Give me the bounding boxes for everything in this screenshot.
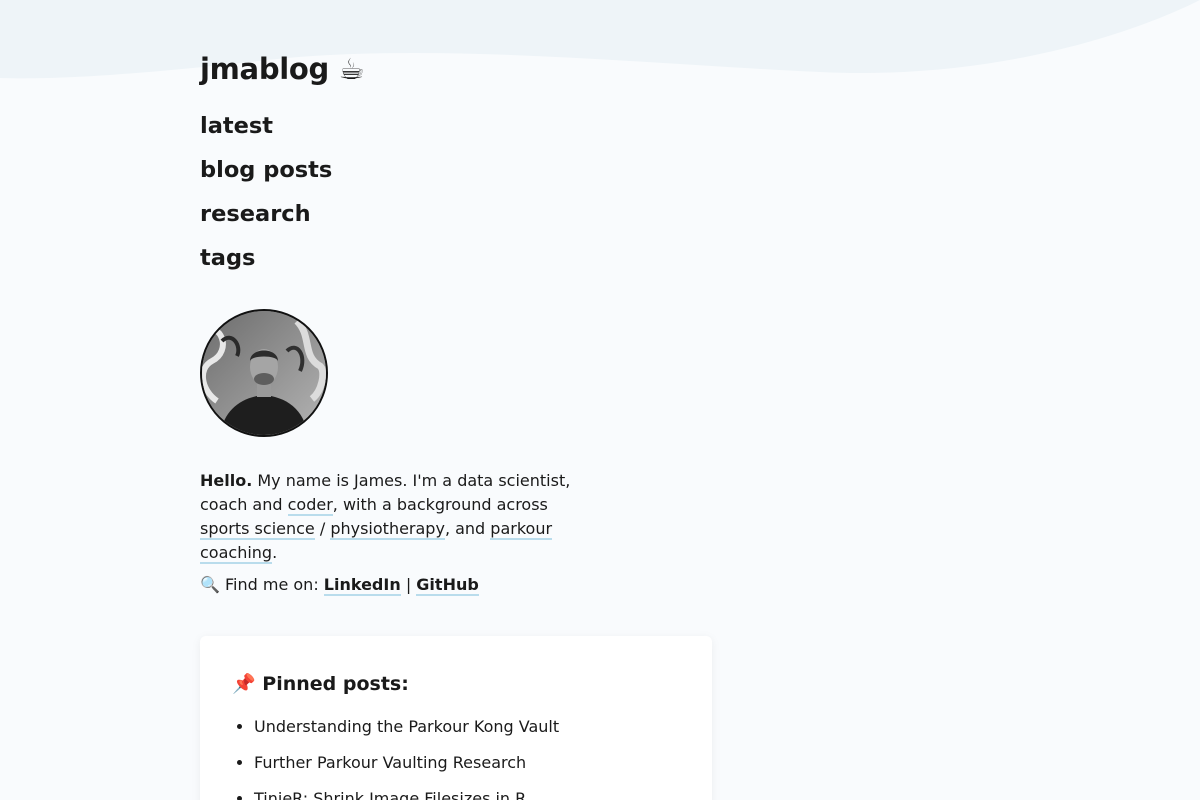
find-label: 🔍 Find me on:: [200, 575, 324, 594]
pinned-posts-card: 📌 Pinned posts: Understanding the Parkou…: [200, 636, 712, 800]
nav-tags[interactable]: tags: [200, 242, 332, 286]
find-separator: |: [400, 575, 417, 594]
intro-text: Hello. My name is James. I'm a data scie…: [200, 469, 600, 565]
intro-text-4: , and: [444, 519, 491, 538]
intro-text-3: /: [314, 519, 331, 538]
find-me-on: 🔍 Find me on: LinkedIn | GitHub: [200, 573, 479, 597]
main-nav: latest blog posts research tags: [200, 110, 332, 286]
intro-text-5: .: [272, 543, 278, 562]
link-github[interactable]: GitHub: [416, 575, 479, 596]
pinned-post-item[interactable]: Further Parkour Vaulting Research: [254, 751, 559, 787]
profile-photo: [202, 311, 326, 435]
link-physiotherapy[interactable]: physiotherapy: [330, 519, 445, 540]
header-wave: [0, 0, 1200, 79]
avatar: [200, 309, 328, 437]
pinned-posts-heading: 📌 Pinned posts:: [232, 673, 409, 695]
site-title[interactable]: jmablog ☕: [200, 52, 365, 86]
intro-text-2: , with a background across: [332, 495, 548, 514]
nav-blog-posts[interactable]: blog posts: [200, 154, 332, 198]
link-coder[interactable]: coder: [287, 495, 333, 516]
intro-hello: Hello.: [200, 471, 253, 490]
pinned-post-item[interactable]: TinieR: Shrink Image Filesizes in R: [254, 787, 559, 800]
pinned-post-item[interactable]: Understanding the Parkour Kong Vault: [254, 715, 559, 751]
link-sports-science[interactable]: sports science: [200, 519, 315, 540]
nav-research[interactable]: research: [200, 198, 332, 242]
pinned-posts-list: Understanding the Parkour Kong Vault Fur…: [232, 715, 559, 800]
nav-latest[interactable]: latest: [200, 110, 332, 154]
link-linkedin[interactable]: LinkedIn: [323, 575, 401, 596]
